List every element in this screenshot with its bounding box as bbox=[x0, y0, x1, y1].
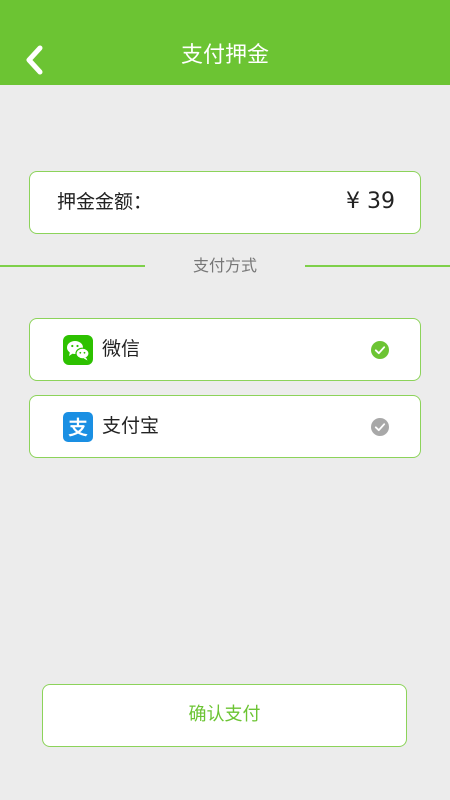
alipay-icon: 支 bbox=[63, 412, 93, 442]
deposit-card: 押金金额： ¥ 39 bbox=[29, 171, 421, 234]
confirm-payment-button[interactable]: 确认支付 bbox=[42, 684, 407, 747]
check-selected-icon bbox=[371, 341, 389, 359]
wechat-label: 微信 bbox=[102, 338, 141, 360]
payment-option-alipay[interactable]: 支 支付宝 bbox=[29, 395, 421, 458]
payment-option-wechat[interactable]: 微信 bbox=[29, 318, 421, 381]
header-bar: 支付押金 bbox=[0, 0, 450, 85]
deposit-label: 押金金额： bbox=[57, 191, 153, 213]
deposit-amount: ¥ 39 bbox=[346, 189, 395, 214]
divider-line-left bbox=[0, 265, 145, 267]
divider-line-right bbox=[305, 265, 450, 267]
svg-text:支: 支 bbox=[67, 417, 88, 439]
page-title: 支付押金 bbox=[180, 43, 269, 68]
wechat-icon bbox=[63, 335, 93, 365]
alipay-label: 支付宝 bbox=[102, 415, 160, 437]
check-unselected-icon bbox=[371, 418, 389, 436]
payment-method-heading: 支付方式 bbox=[192, 256, 257, 275]
